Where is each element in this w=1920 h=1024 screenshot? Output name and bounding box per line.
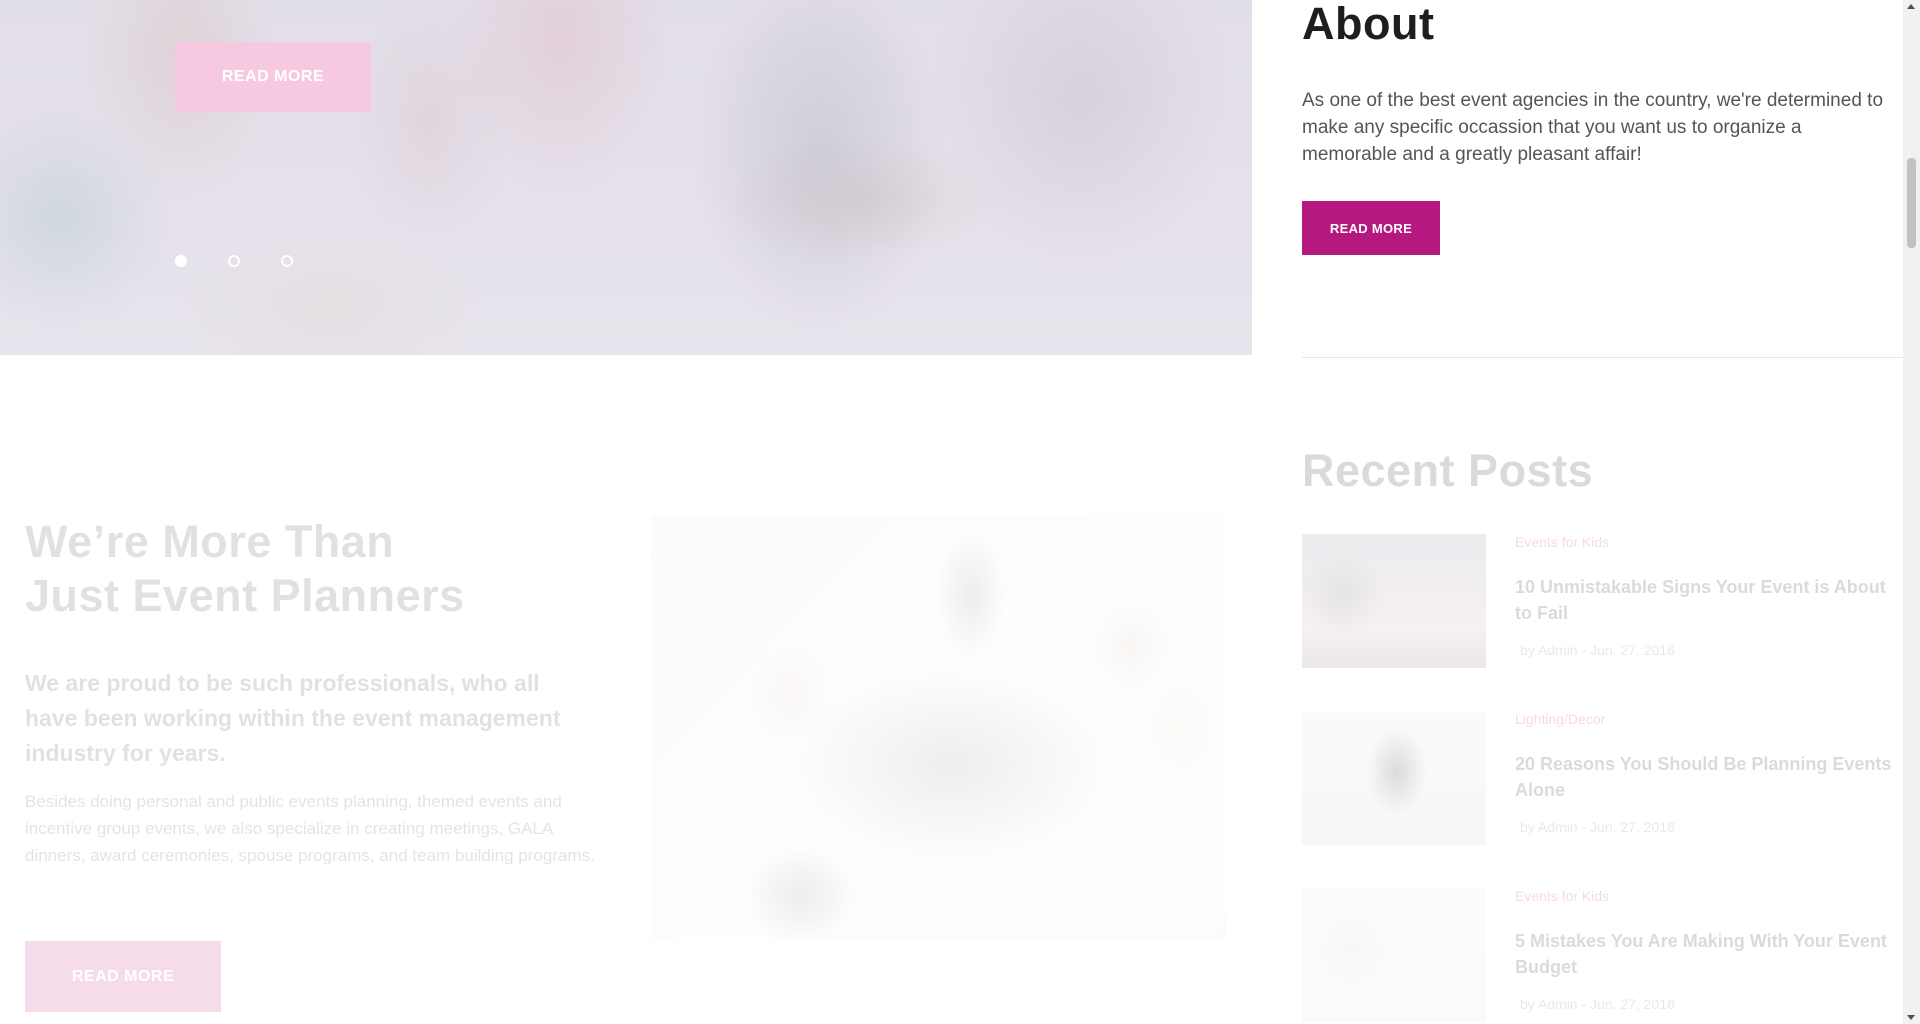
about-read-more-button[interactable]: READ MORE [1302, 201, 1440, 255]
intro-body: Besides doing personal and public events… [25, 792, 595, 865]
post-meta: by Admin - Jun. 27, 2016 [1520, 642, 1675, 658]
slider-dot-1[interactable] [175, 255, 187, 267]
scroll-up-arrow-icon[interactable] [1907, 4, 1915, 9]
post-title-link[interactable]: 20 Reasons You Should Be Planning Events… [1515, 751, 1900, 803]
post-thumbnail[interactable] [1302, 534, 1486, 668]
post-title-link[interactable]: 5 Mistakes You Are Making With Your Even… [1515, 928, 1900, 980]
post-title-link[interactable]: 10 Unmistakable Signs Your Event is Abou… [1515, 574, 1900, 626]
hero-slider: READ MORE [0, 0, 1252, 355]
intro-read-more-button[interactable]: READ MORE [25, 941, 221, 1012]
scroll-down-arrow-icon[interactable] [1907, 1015, 1915, 1020]
post-category-link[interactable]: Lighting/Decor [1515, 711, 1605, 727]
hero-read-more-button[interactable]: READ MORE [175, 42, 371, 112]
about-title: About [1302, 0, 1435, 49]
intro-lead: We are proud to be such professionals, w… [25, 670, 561, 766]
slider-pagination [175, 255, 293, 267]
recent-posts-widget: Recent Posts Events for Kids 10 Unmistak… [1302, 445, 1904, 1022]
recent-posts-title: Recent Posts [1302, 445, 1594, 496]
post-meta: by Admin - Jun. 27, 2016 [1520, 819, 1675, 835]
team-meeting-photo [651, 515, 1226, 940]
post-category-link[interactable]: Events for Kids [1515, 534, 1609, 550]
slider-dot-2[interactable] [228, 255, 240, 267]
post-category-link[interactable]: Events for Kids [1515, 888, 1609, 904]
scrollbar-thumb[interactable] [1907, 158, 1916, 248]
intro-heading: We’re More Than Just Event Planners [25, 515, 595, 623]
post-thumbnail[interactable] [1302, 711, 1486, 845]
page-scrollbar[interactable] [1903, 0, 1920, 1024]
about-text: As one of the best event agencies in the… [1302, 90, 1884, 165]
post-thumbnail[interactable] [1302, 888, 1486, 1022]
intro-heading-line1: We’re More Than [25, 516, 395, 567]
intro-heading-line2: Just Event Planners [25, 570, 465, 621]
recent-post-item[interactable]: Events for Kids 10 Unmistakable Signs Yo… [1302, 534, 1904, 669]
post-meta: by Admin - Jun. 27, 2016 [1520, 996, 1675, 1012]
recent-post-item[interactable]: Events for Kids 5 Mistakes You Are Makin… [1302, 888, 1904, 1023]
intro-section: We’re More Than Just Event Planners We a… [25, 515, 595, 869]
slider-dot-3[interactable] [281, 255, 293, 267]
recent-post-item[interactable]: Lighting/Decor 20 Reasons You Should Be … [1302, 711, 1904, 846]
sidebar-divider [1302, 357, 1904, 358]
